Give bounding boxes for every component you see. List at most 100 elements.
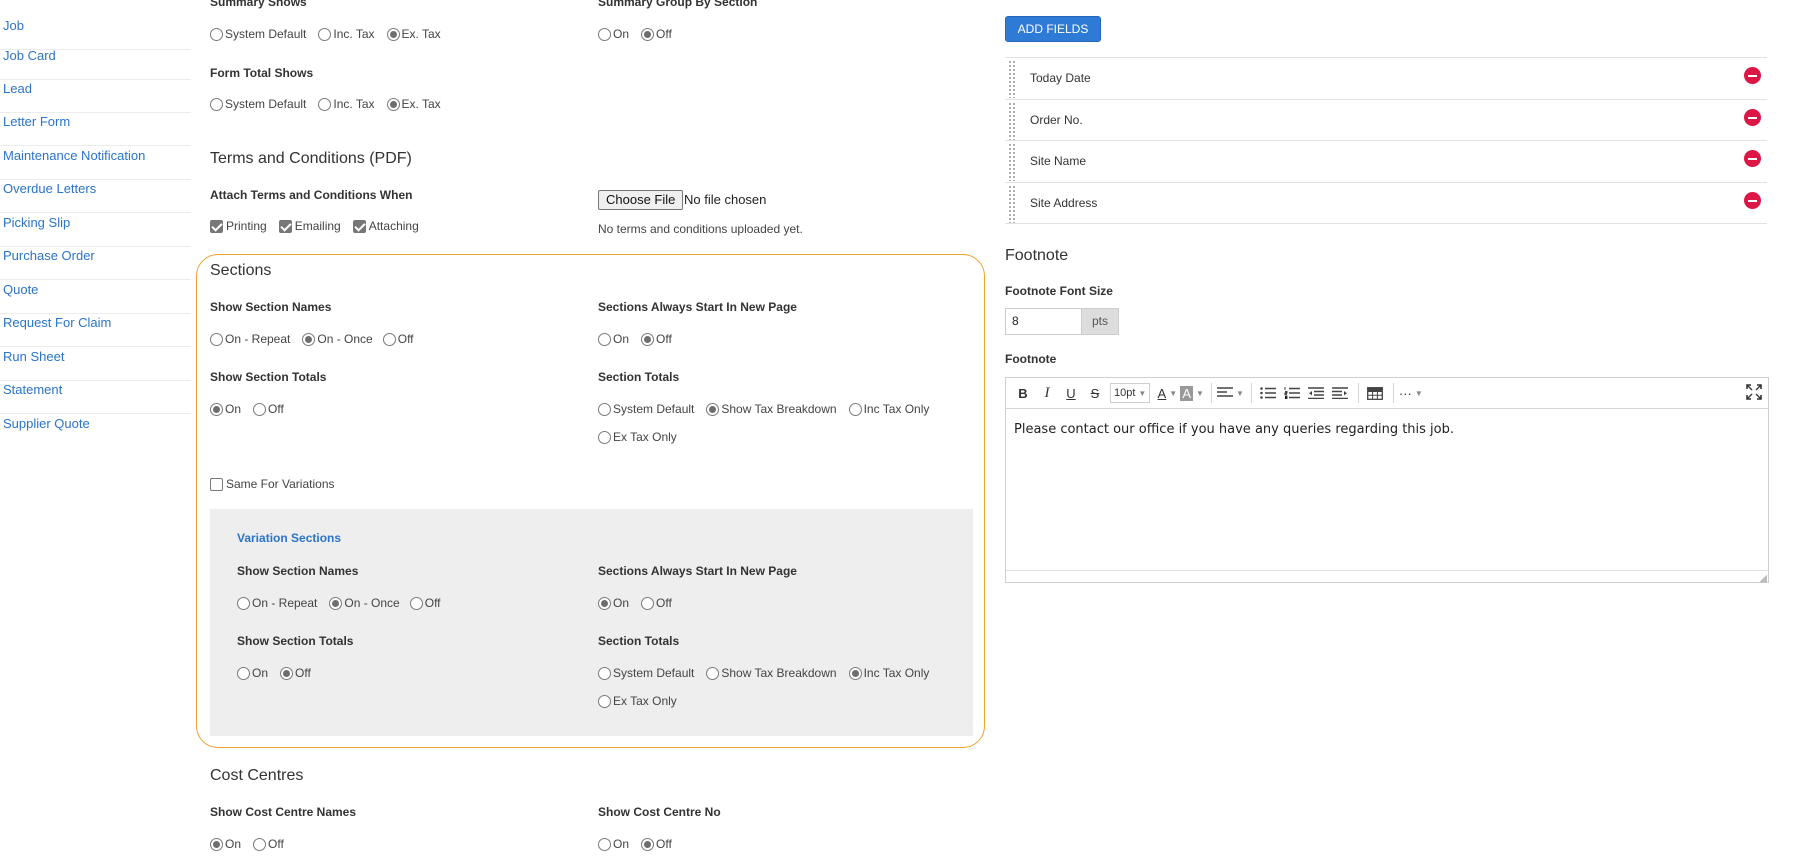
radio-circle[interactable] — [280, 666, 294, 680]
drag-handle-icon[interactable] — [1008, 143, 1016, 181]
align-left-icon[interactable]: ▼ — [1216, 382, 1244, 404]
radio-names-off[interactable]: Off — [382, 332, 414, 346]
radio-circle[interactable] — [598, 332, 611, 346]
radio-section-totals-ex-tax-only[interactable]: Ex Tax Only — [598, 430, 677, 444]
indent-icon[interactable] — [1329, 382, 1351, 404]
same-for-variations-checkbox[interactable]: Same For Variations — [210, 477, 335, 491]
radio-var-section-totals-inc-tax-only[interactable]: Inc Tax Only — [848, 666, 929, 680]
radio-cc-names-on[interactable]: On — [210, 837, 241, 851]
radio-form-total-system-default[interactable]: System Default — [210, 97, 306, 111]
radio-circle[interactable] — [318, 97, 332, 111]
radio-circle[interactable] — [641, 596, 655, 610]
radio-var-totals-off[interactable]: Off — [280, 666, 311, 680]
field-row[interactable]: Site Address — [1005, 182, 1767, 224]
radio-section-totals-inc-tax-only[interactable]: Inc Tax Only — [848, 402, 929, 416]
remove-icon[interactable] — [1744, 109, 1761, 126]
choose-file-button[interactable]: Choose File — [598, 190, 684, 210]
field-row[interactable]: Today Date — [1005, 57, 1767, 99]
radio-circle[interactable] — [641, 27, 655, 41]
drag-handle-icon[interactable] — [1008, 185, 1016, 223]
checkbox-box[interactable] — [210, 219, 223, 233]
radio-circle[interactable] — [210, 27, 223, 41]
bullet-list-icon[interactable] — [1257, 382, 1279, 404]
radio-names-on-once[interactable]: On - Once — [302, 332, 373, 346]
checkbox-box[interactable] — [210, 477, 223, 491]
radio-circle[interactable] — [598, 402, 611, 416]
radio-new-page-off[interactable]: Off — [641, 332, 672, 346]
radio-var-names-on-once[interactable]: On - Once — [329, 596, 400, 610]
numbered-list-icon[interactable] — [1281, 382, 1303, 404]
radio-var-section-totals-tax-breakdown[interactable]: Show Tax Breakdown — [706, 666, 837, 680]
radio-circle[interactable] — [237, 596, 250, 610]
italic-button[interactable]: I — [1036, 382, 1058, 404]
radio-circle[interactable] — [598, 666, 611, 680]
radio-circle[interactable] — [848, 666, 862, 680]
radio-circle[interactable] — [318, 27, 332, 41]
radio-summary-system-default[interactable]: System Default — [210, 27, 306, 41]
radio-circle[interactable] — [382, 332, 396, 346]
radio-totals-on[interactable]: On — [210, 402, 241, 416]
radio-circle[interactable] — [386, 97, 400, 111]
strikethrough-button[interactable]: S — [1084, 382, 1106, 404]
radio-group-on[interactable]: On — [598, 27, 629, 41]
checkbox-printing[interactable]: Printing — [210, 219, 267, 233]
radio-cc-no-on[interactable]: On — [598, 837, 629, 851]
radio-circle[interactable] — [409, 596, 423, 610]
radio-var-new-page-off[interactable]: Off — [641, 596, 672, 610]
field-row[interactable]: Order No. — [1005, 99, 1767, 141]
resize-handle[interactable] — [1006, 570, 1768, 584]
bold-button[interactable]: B — [1012, 382, 1034, 404]
radio-circle[interactable] — [329, 596, 343, 610]
add-fields-button[interactable]: ADD FIELDS — [1005, 16, 1101, 42]
table-icon[interactable] — [1364, 382, 1386, 404]
radio-circle[interactable] — [302, 332, 316, 346]
checkbox-attaching[interactable]: Attaching — [352, 219, 419, 233]
remove-icon[interactable] — [1744, 150, 1761, 167]
radio-summary-inc-tax[interactable]: Inc. Tax — [318, 27, 375, 41]
field-row[interactable]: Site Name — [1005, 140, 1767, 182]
radio-section-totals-tax-breakdown[interactable]: Show Tax Breakdown — [706, 402, 837, 416]
radio-circle[interactable] — [210, 402, 223, 416]
radio-circle[interactable] — [210, 97, 223, 111]
radio-circle[interactable] — [848, 402, 862, 416]
checkbox-emailing[interactable]: Emailing — [278, 219, 341, 233]
font-color-button[interactable]: A ▼ — [1156, 382, 1178, 404]
footnote-text-area[interactable]: Please contact our office if you have an… — [1014, 422, 1454, 437]
checkbox-box[interactable] — [278, 219, 292, 233]
outdent-icon[interactable] — [1305, 382, 1327, 404]
radio-circle[interactable] — [386, 27, 400, 41]
radio-circle[interactable] — [598, 694, 611, 708]
radio-var-names-off[interactable]: Off — [409, 596, 441, 610]
radio-circle[interactable] — [641, 332, 655, 346]
drag-handle-icon[interactable] — [1008, 102, 1016, 140]
radio-cc-names-off[interactable]: Off — [253, 837, 284, 851]
radio-var-new-page-on[interactable]: On — [598, 596, 629, 610]
footnote-font-size-input[interactable]: 8 — [1005, 308, 1081, 335]
radio-form-total-ex-tax[interactable]: Ex. Tax — [386, 97, 441, 111]
underline-button[interactable]: U — [1060, 382, 1082, 404]
radio-circle[interactable] — [598, 430, 611, 444]
radio-var-section-totals-system-default[interactable]: System Default — [598, 666, 694, 680]
radio-circle[interactable] — [598, 27, 611, 41]
radio-var-section-totals-ex-tax-only[interactable]: Ex Tax Only — [598, 694, 677, 708]
radio-new-page-on[interactable]: On — [598, 332, 629, 346]
radio-circle[interactable] — [210, 332, 223, 346]
checkbox-box[interactable] — [352, 219, 366, 233]
radio-circle[interactable] — [641, 837, 655, 851]
radio-names-on-repeat[interactable]: On - Repeat — [210, 332, 290, 346]
radio-cc-no-off[interactable]: Off — [641, 837, 672, 851]
remove-icon[interactable] — [1744, 192, 1761, 209]
radio-circle[interactable] — [706, 402, 720, 416]
radio-var-totals-on[interactable]: On — [237, 666, 268, 680]
radio-circle[interactable] — [598, 837, 611, 851]
radio-summary-ex-tax[interactable]: Ex. Tax — [386, 27, 441, 41]
radio-circle[interactable] — [237, 666, 250, 680]
radio-totals-off[interactable]: Off — [253, 402, 284, 416]
radio-section-totals-system-default[interactable]: System Default — [598, 402, 694, 416]
radio-circle[interactable] — [253, 837, 267, 851]
drag-handle-icon[interactable] — [1008, 60, 1016, 98]
radio-circle[interactable] — [253, 402, 267, 416]
radio-form-total-inc-tax[interactable]: Inc. Tax — [318, 97, 375, 111]
font-size-select[interactable]: 10pt ▼ — [1110, 383, 1151, 403]
radio-circle[interactable] — [210, 837, 223, 851]
